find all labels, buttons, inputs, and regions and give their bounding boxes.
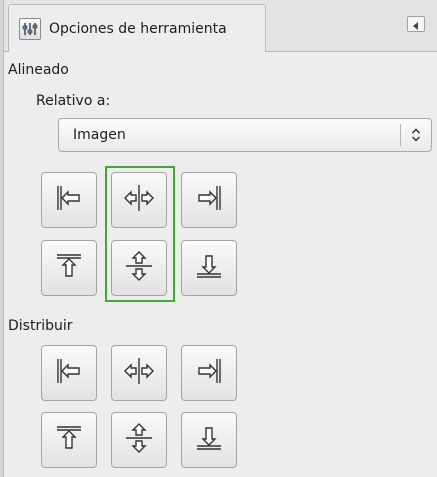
align-center-h-icon: [122, 181, 156, 219]
align-left-icon: [52, 354, 86, 392]
relative-to-label: Relativo a:: [36, 93, 111, 109]
align-center-horizontal-button[interactable]: [111, 172, 167, 228]
align-right-icon: [192, 181, 226, 219]
tab-menu-icon: [412, 15, 420, 34]
tab-menu-button[interactable]: [407, 16, 425, 32]
align-top-icon: [52, 421, 86, 459]
align-bottom-edge-button[interactable]: [181, 240, 237, 296]
align-section-label: Alineado: [8, 62, 69, 78]
align-left-edge-button[interactable]: [41, 172, 97, 228]
align-left-icon: [52, 181, 86, 219]
tool-options-icon: [19, 17, 41, 40]
tab-title: Opciones de herramienta: [49, 20, 227, 37]
align-center-h-icon: [122, 354, 156, 392]
distribute-middles-vertical-button[interactable]: [111, 412, 167, 468]
align-bottom-icon: [192, 249, 226, 287]
window-border: [0, 0, 4, 477]
distribute-section-label: Distribuir: [8, 318, 73, 334]
dock-tab-bar: Opciones de herramienta: [4, 0, 437, 52]
align-bottom-icon: [192, 421, 226, 459]
distribute-top-edges-button[interactable]: [41, 412, 97, 468]
tab-tool-options[interactable]: Opciones de herramienta: [8, 4, 266, 52]
chevron-updown-icon: [401, 128, 431, 142]
align-right-edge-button[interactable]: [181, 172, 237, 228]
distribute-centers-horizontal-button[interactable]: [111, 345, 167, 401]
distribute-bottom-edges-button[interactable]: [181, 412, 237, 468]
align-middle-vertical-button[interactable]: [111, 240, 167, 296]
align-middle-v-icon: [122, 249, 156, 287]
align-top-edge-button[interactable]: [41, 240, 97, 296]
align-right-icon: [192, 354, 226, 392]
align-middle-v-icon: [122, 421, 156, 459]
relative-to-value: Imagen: [73, 127, 126, 143]
distribute-right-edges-button[interactable]: [181, 345, 237, 401]
relative-to-combobox[interactable]: Imagen: [58, 118, 432, 152]
align-top-icon: [52, 249, 86, 287]
distribute-left-edges-button[interactable]: [41, 345, 97, 401]
